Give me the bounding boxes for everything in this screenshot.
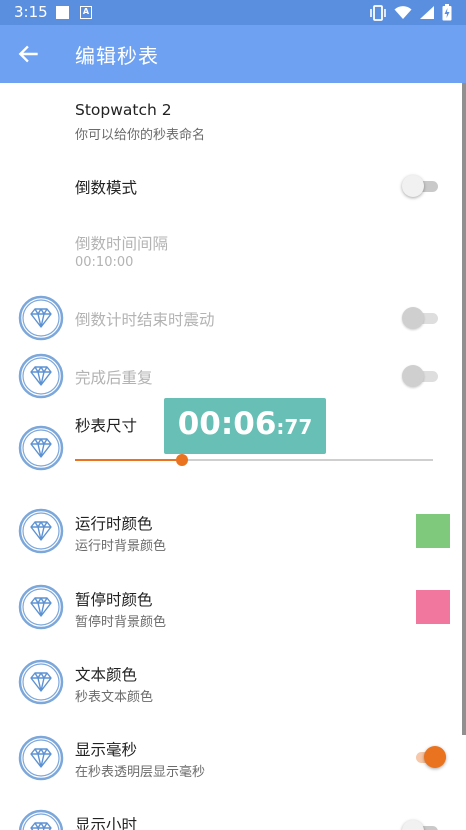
setting-running-color-subtitle: 运行时背景颜色 (75, 539, 167, 554)
diamond-icon (18, 295, 64, 341)
setting-text-color-title: 文本颜色 (75, 666, 138, 684)
diamond-icon (18, 809, 64, 830)
vibrate-switch (402, 307, 440, 329)
setting-show-hours-title: 显示小时 (75, 816, 138, 830)
paused-color-swatch[interactable] (416, 590, 450, 624)
preview-time: 00:06 (177, 406, 277, 442)
setting-vibrate-title: 倒数计时结束时震动 (75, 311, 215, 329)
setting-paused-color-title: 暂停时颜色 (75, 591, 153, 609)
countdown-mode-switch[interactable] (402, 175, 440, 197)
running-color-swatch[interactable] (416, 514, 450, 548)
diamond-icon (18, 508, 64, 554)
preview-ms: :77 (276, 415, 313, 439)
diamond-icon (18, 425, 64, 471)
setting-size-title: 秒表尺寸 (75, 417, 138, 435)
arrow-left-icon[interactable] (16, 41, 42, 67)
repeat-switch (402, 365, 440, 387)
vibrate-icon (370, 4, 386, 21)
setting-running-color-title: 运行时颜色 (75, 515, 153, 533)
setting-text-color-subtitle: 秒表文本颜色 (75, 690, 154, 705)
setting-show-ms-title: 显示毫秒 (75, 741, 138, 759)
setting-countdown-mode-title: 倒数模式 (75, 179, 138, 197)
notification-a-icon: A (80, 6, 92, 19)
setting-repeat-title: 完成后重复 (75, 369, 153, 387)
status-time: 3:15 (14, 3, 48, 21)
setting-name-title: Stopwatch 2 (75, 101, 172, 119)
status-icons (369, 4, 452, 21)
size-slider-fill (75, 459, 183, 461)
stopwatch-preview: 00:06:77 (164, 398, 326, 454)
page-title: 编辑秒表 (75, 44, 159, 68)
diamond-icon (18, 659, 64, 705)
diamond-icon (18, 735, 64, 781)
size-slider-thumb[interactable] (176, 454, 189, 466)
scrollbar[interactable] (462, 83, 466, 735)
setting-name-subtitle: 你可以给你的秒表命名 (75, 128, 206, 143)
setting-show-ms-subtitle: 在秒表透明层显示毫秒 (75, 765, 206, 780)
setting-countdown-interval-title: 倒数时间间隔 (75, 235, 169, 253)
show-hours-switch[interactable] (402, 820, 440, 830)
notification-square-icon (56, 6, 69, 19)
setting-countdown-interval-value: 00:10:00 (75, 255, 134, 270)
diamond-icon (18, 584, 64, 630)
setting-paused-color-subtitle: 暂停时背景颜色 (75, 615, 167, 630)
wifi-icon (394, 6, 412, 19)
status-bar: 3:15 A (0, 0, 466, 25)
show-ms-switch[interactable] (410, 746, 448, 768)
app-bar: 编辑秒表 (0, 25, 466, 83)
diamond-icon (18, 353, 64, 399)
signal-icon (420, 6, 434, 19)
battery-icon (442, 4, 452, 21)
